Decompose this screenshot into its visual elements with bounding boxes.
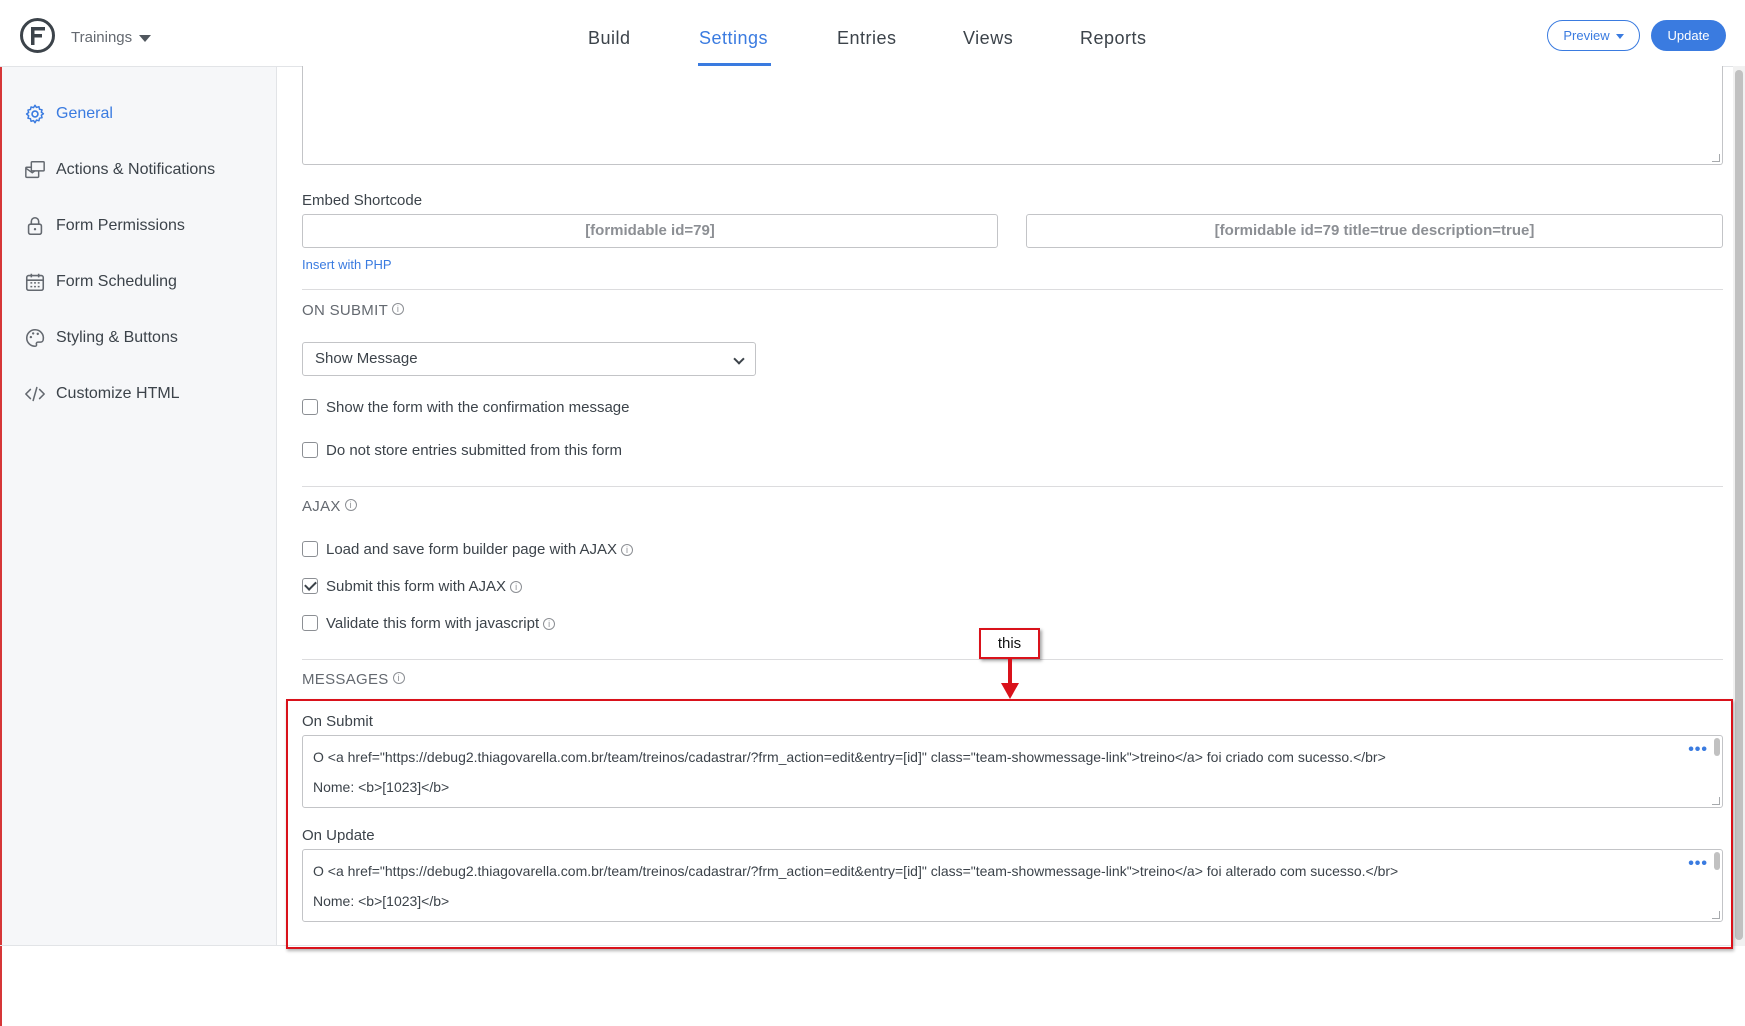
option-load-save-ajax[interactable]: Load and save form builder page with AJA…: [302, 539, 634, 559]
sidebar-item-label: Form Permissions: [56, 217, 185, 234]
sidebar-item-label: Customize HTML: [56, 385, 180, 402]
on-submit-action-select[interactable]: Show Message: [302, 342, 756, 376]
option-do-not-store-entries[interactable]: Do not store entries submitted from this…: [302, 440, 622, 460]
info-icon[interactable]: i: [344, 499, 357, 511]
code-icon: [25, 386, 45, 402]
checkbox[interactable]: [302, 442, 318, 458]
sidebar-item-label: Styling & Buttons: [56, 329, 178, 346]
notifications-icon: [25, 161, 45, 179]
tab-settings[interactable]: Settings: [699, 28, 768, 49]
sidebar-item-label: Form Scheduling: [56, 273, 177, 290]
tab-build[interactable]: Build: [588, 28, 631, 49]
on-submit-section-title: ON SUBMIT i: [302, 302, 405, 319]
chevron-down-icon: [733, 353, 745, 365]
divider: [302, 659, 1723, 660]
annotation-note: this: [979, 628, 1040, 659]
sidebar-item-label: Actions & Notifications: [56, 161, 216, 178]
checkbox-checked[interactable]: [302, 578, 318, 594]
option-submit-ajax[interactable]: Submit this form with AJAX i: [302, 576, 523, 596]
update-button[interactable]: Update: [1651, 20, 1726, 51]
sidebar-item-label: General: [56, 105, 113, 122]
sidebar-item-customize-html[interactable]: Customize HTML: [24, 380, 180, 408]
info-icon[interactable]: i: [621, 543, 634, 556]
caret-down-icon: [1615, 34, 1624, 40]
checkbox-label: Validate this form with javascript: [326, 614, 540, 632]
annotation-highlight-box: [286, 699, 1733, 949]
section-title-text: ON SUBMIT: [302, 302, 389, 319]
palette-icon: [26, 328, 45, 348]
sidebar-item-general[interactable]: General: [24, 100, 113, 128]
option-show-form-with-message[interactable]: Show the form with the confirmation mess…: [302, 397, 629, 417]
lock-icon: [27, 216, 43, 236]
settings-sidebar: General Actions & Notifications Form Per…: [2, 67, 277, 945]
formidable-logo-icon: [31, 27, 45, 45]
sidebar-item-form-scheduling[interactable]: Form Scheduling: [24, 268, 177, 296]
embed-shortcode-label: Embed Shortcode: [302, 192, 423, 209]
divider: [302, 289, 1723, 290]
caret-down-icon[interactable]: [139, 35, 151, 42]
messages-section-title: MESSAGES i: [302, 671, 405, 688]
resize-handle-icon[interactable]: [1712, 154, 1720, 162]
section-title-text: MESSAGES: [302, 671, 389, 688]
tab-entries[interactable]: Entries: [837, 28, 897, 49]
select-value: Show Message: [315, 350, 418, 367]
form-description-textarea[interactable]: [302, 66, 1723, 165]
info-icon[interactable]: i: [510, 580, 523, 593]
info-icon[interactable]: i: [392, 672, 405, 684]
page-scrollbar-thumb[interactable]: [1735, 70, 1743, 940]
checkbox[interactable]: [302, 541, 318, 557]
gear-icon: [25, 104, 45, 124]
tab-views[interactable]: Views: [963, 28, 1013, 49]
sidebar-item-styling-buttons[interactable]: Styling & Buttons: [24, 324, 178, 352]
top-bar: Trainings Build Settings Entries Views R…: [0, 0, 1745, 67]
checkbox-label: Show the form with the confirmation mess…: [326, 398, 630, 416]
checkbox-label: Do not store entries submitted from this…: [326, 441, 622, 459]
shortcode-full-field[interactable]: [formidable id=79 title=true description…: [1026, 214, 1723, 248]
section-title-text: AJAX: [302, 498, 341, 515]
checkbox-label: Load and save form builder page with AJA…: [326, 540, 618, 558]
option-validate-javascript[interactable]: Validate this form with javascript i: [302, 613, 556, 633]
tab-reports[interactable]: Reports: [1080, 28, 1147, 49]
sidebar-item-form-permissions[interactable]: Form Permissions: [24, 212, 185, 240]
preview-button[interactable]: Preview: [1547, 20, 1640, 51]
annotation-arrow-head: [1001, 683, 1019, 699]
checkbox-label: Submit this form with AJAX: [326, 577, 507, 595]
info-icon[interactable]: i: [543, 617, 556, 630]
preview-label: Preview: [1563, 28, 1610, 43]
calendar-icon: [25, 273, 45, 292]
checkbox[interactable]: [302, 399, 318, 415]
info-icon[interactable]: i: [392, 303, 405, 315]
divider: [302, 486, 1723, 487]
ajax-section-title: AJAX i: [302, 498, 357, 515]
checkbox[interactable]: [302, 615, 318, 631]
formidable-logo[interactable]: [20, 18, 55, 53]
shortcode-simple-field[interactable]: [formidable id=79]: [302, 214, 998, 248]
insert-with-php-link[interactable]: Insert with PHP: [302, 257, 392, 272]
sidebar-item-actions-notifications[interactable]: Actions & Notifications: [24, 156, 215, 184]
form-name[interactable]: Trainings: [71, 29, 132, 46]
